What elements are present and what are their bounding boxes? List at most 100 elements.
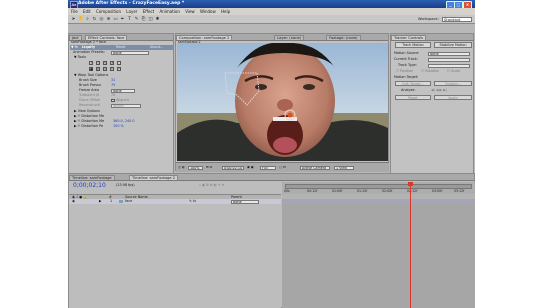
brush-size-value[interactable]: 31 — [111, 78, 115, 83]
distortion-percentage-value[interactable]: 100 % — [113, 124, 124, 129]
menu-effect[interactable]: Effect — [143, 9, 155, 14]
timeline-panel: Timeline: samFootage Timeline: samFootag… — [68, 173, 475, 308]
menu-composition[interactable]: Composition — [96, 9, 121, 14]
animation-presets-label: Animation Presets: — [73, 50, 105, 54]
viewer-canvas[interactable] — [177, 43, 388, 161]
tab-timeline-samfootage[interactable]: Timeline: samFootage — [69, 174, 115, 180]
bloat-tool-icon[interactable]: ● — [89, 67, 93, 71]
rotation-tool-icon[interactable]: ↻ — [92, 17, 97, 22]
view-options-section[interactable]: ▶ View Options — [74, 109, 100, 114]
warp-tool-icon[interactable]: ↗ — [89, 61, 93, 65]
layer-outline-empty-area — [69, 204, 281, 308]
stabilize-motion-button[interactable]: Stabilize Motion — [434, 42, 472, 48]
analyze-controls[interactable]: ◀| ◀ ▶ ▶| — [431, 88, 447, 93]
current-time-indicator[interactable] — [410, 182, 411, 308]
fx-icon: ▼ fx — [71, 45, 78, 49]
camera-select[interactable]: Active Camera — [300, 165, 330, 170]
layer-visibility-icon[interactable]: ◉ — [72, 199, 75, 204]
turbulence-tool-icon[interactable]: ≈ — [96, 61, 100, 65]
pucker-tool-icon[interactable]: ◦ — [117, 61, 121, 65]
effect-name: Liquify — [82, 45, 96, 49]
layer-twirl-icon[interactable]: ▶ — [99, 199, 102, 204]
left-eye — [255, 84, 267, 90]
motion-source-select[interactable]: None — [428, 51, 470, 56]
distortion-mesh-offset-value[interactable]: 360.0, 240.0 — [113, 119, 135, 124]
current-time-indicator-handle[interactable] — [408, 182, 413, 186]
text-tool-icon[interactable]: T — [127, 17, 132, 22]
menu-window[interactable]: Window — [200, 9, 216, 14]
pan-behind-tool-icon[interactable]: ⊕ — [106, 17, 111, 22]
distortion-percentage-row[interactable]: ▶ ⏱ Distortion Pe — [74, 124, 103, 129]
clone-stamp-tool-icon[interactable]: ⎘ — [141, 17, 146, 22]
twirl-ccw-tool-icon[interactable]: ↺ — [110, 61, 114, 65]
rectangle-mask-tool-icon[interactable]: ▭ — [113, 17, 118, 22]
menu-file[interactable]: File — [71, 9, 78, 14]
shift-pixels-tool-icon[interactable]: ⇄ — [96, 67, 100, 71]
distortion-mesh-offset-row[interactable]: ▶ ⏱ Distortion Me — [74, 119, 104, 124]
tab-footage[interactable]: Footage: (none) — [326, 34, 361, 40]
timeline-switches[interactable]: ⌕ ◉ ⊞ ⊗ ◐ ✎ ≋ — [199, 183, 225, 188]
twirl-cw-tool-icon[interactable]: ↻ — [103, 61, 107, 65]
distortion-mesh-row[interactable]: ▶ ⏱ Distortion Me — [74, 114, 104, 119]
viewer-timecode[interactable]: 0:00:02:10 — [222, 165, 244, 170]
eraser-tool-icon[interactable]: ◫ — [148, 17, 153, 22]
track-type-label: Track Type: — [398, 63, 417, 67]
clone-tool-icon[interactable]: ⎘ — [110, 67, 114, 71]
viewer-flags[interactable]: ◫ ◐ — [178, 165, 185, 170]
workspace-select[interactable]: Standard — [442, 16, 472, 22]
aligned-checkbox-label: Aligned — [116, 98, 129, 102]
brush-pressure-value[interactable]: 75 — [111, 83, 115, 88]
timeline-timecode[interactable]: 0;00;02;10 — [73, 182, 106, 189]
effect-about-link[interactable]: About... — [150, 45, 163, 50]
tracker-apply-button[interactable]: Apply — [434, 95, 472, 100]
menu-help[interactable]: Help — [221, 9, 230, 14]
hand-tool-icon[interactable]: ✋ — [78, 17, 84, 22]
menu-layer[interactable]: Layer — [126, 9, 137, 14]
motion-source-label: Motion Source: — [394, 51, 420, 55]
track-motion-button[interactable]: Track Motion — [395, 42, 431, 48]
reflection-tool-icon[interactable]: ⇋ — [103, 67, 107, 71]
aligned-checkbox[interactable] — [111, 98, 115, 102]
menu-edit[interactable]: Edit — [83, 9, 91, 14]
puppet-tool-icon[interactable]: ✱ — [155, 17, 160, 22]
menu-animation[interactable]: Animation — [160, 9, 180, 14]
rotation-checkbox[interactable]: ☐ Rotation — [421, 69, 439, 74]
current-track-select[interactable] — [428, 57, 470, 62]
snapshot-icon[interactable]: ◉ ▣ — [247, 165, 254, 170]
layer-parent-select[interactable]: None — [231, 199, 259, 204]
tracker-reset-button[interactable]: Reset — [395, 95, 431, 100]
viewer-footer: ◫ ◐ 100% ⊞ ⊡ 0:00:02:10 ◉ ▣ Full ▢ ⊟ Act… — [176, 162, 389, 172]
orbit-camera-tool-icon[interactable]: ◎ — [99, 17, 104, 22]
reconstruction-mode-select[interactable]: Revert — [111, 103, 141, 108]
warp-tool-options-section[interactable]: ▼ Warp Tool Options — [74, 73, 108, 78]
zoom-tool-icon[interactable]: ⌕ — [85, 17, 90, 22]
resolution-select[interactable]: Full — [260, 165, 276, 170]
title-bar: Ae Adobe After Effects - CrazyFaceEasy.a… — [68, 0, 475, 9]
zoom-select[interactable]: 100% — [188, 165, 203, 170]
tab-tracker-controls[interactable]: Tracker Controls — [391, 34, 426, 40]
position-checkbox[interactable]: ☐ Position — [396, 69, 413, 74]
edit-target-button[interactable]: Edit Target... — [395, 81, 431, 86]
brush-size-label: Brush Size — [79, 78, 97, 82]
brush-tool-icon[interactable]: ✎ — [134, 17, 139, 22]
pen-tool-icon[interactable]: ✒ — [120, 17, 125, 22]
tools-section[interactable]: ▼ Tools — [74, 55, 86, 60]
effect-reset-link[interactable]: Reset — [116, 45, 125, 50]
selection-tool-icon[interactable]: ➤ — [71, 17, 76, 22]
track-type-select[interactable] — [428, 63, 470, 68]
effect-controls-panel: ject Effect Controls: face samFootage 2 … — [68, 33, 174, 174]
tracker-options-button[interactable]: Options... — [434, 81, 472, 86]
layer-switches[interactable]: ✎ fx — [189, 199, 196, 204]
menu-view[interactable]: View — [185, 9, 195, 14]
tab-layer[interactable]: Layer: (none) — [274, 34, 305, 40]
region-of-interest-icon[interactable]: ▢ ⊟ — [279, 165, 286, 170]
animation-presets-select[interactable]: None — [111, 50, 149, 55]
grid-toggle-icon[interactable]: ⊞ ⊡ — [206, 165, 212, 170]
tab-timeline-samfootage-2[interactable]: Timeline: samFootage 2 — [129, 174, 179, 180]
view-layout-select[interactable]: 1 View — [334, 165, 354, 170]
current-track-label: Current Track: — [394, 57, 418, 61]
workspace-label: Workspace: — [418, 16, 439, 21]
freeze-area-select[interactable]: None — [111, 88, 135, 93]
reconstruction-tool-icon[interactable]: ↶ — [117, 67, 121, 71]
scale-checkbox[interactable]: ☐ Scale — [447, 69, 460, 74]
